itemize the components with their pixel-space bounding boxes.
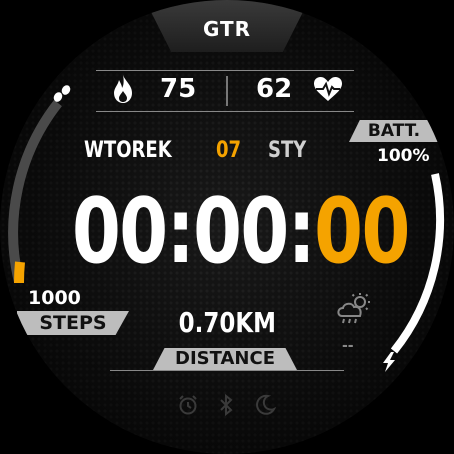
alarm-icon <box>179 395 197 415</box>
month-text: STY <box>268 138 307 163</box>
steps-value: 1000 <box>28 287 81 309</box>
weather-temperature: -- <box>342 338 354 354</box>
cloud-sun-rain-icon <box>337 293 370 324</box>
battery-value: 100% <box>377 146 430 166</box>
bluetooth-icon <box>220 393 233 417</box>
distance-label: DISTANCE <box>175 348 275 369</box>
time-main: 00:00:00 <box>72 179 410 284</box>
weekday-label: WTOREK <box>84 138 191 163</box>
weekday-text: WTOREK <box>84 138 172 163</box>
distance-value: 0.70KM <box>110 306 344 339</box>
steps-arc-track <box>8 99 62 284</box>
distance-text: 0.70KM <box>178 306 276 339</box>
month-label: STY <box>268 138 315 163</box>
day-text: 07 <box>216 138 242 163</box>
time-seconds: 00 <box>314 179 410 284</box>
charging-icon <box>383 352 395 372</box>
distance-tag: DISTANCE <box>153 348 297 370</box>
battery-label: BATT. <box>367 121 421 141</box>
distance-line <box>110 370 344 371</box>
footprints-icon <box>53 85 71 102</box>
time-hours-minutes: 00:00: <box>72 179 316 284</box>
watch-face: GTR 75 62 WTOREK 07 STY BATT. 100% 00:00… <box>0 0 454 454</box>
steps-label: STEPS <box>39 312 107 334</box>
steps-arc-fill <box>13 261 25 284</box>
time-display: 00:00:00 <box>72 182 454 282</box>
battery-tag: BATT. <box>349 120 439 142</box>
day-number: 07 <box>216 138 247 163</box>
moon-icon <box>256 394 276 415</box>
